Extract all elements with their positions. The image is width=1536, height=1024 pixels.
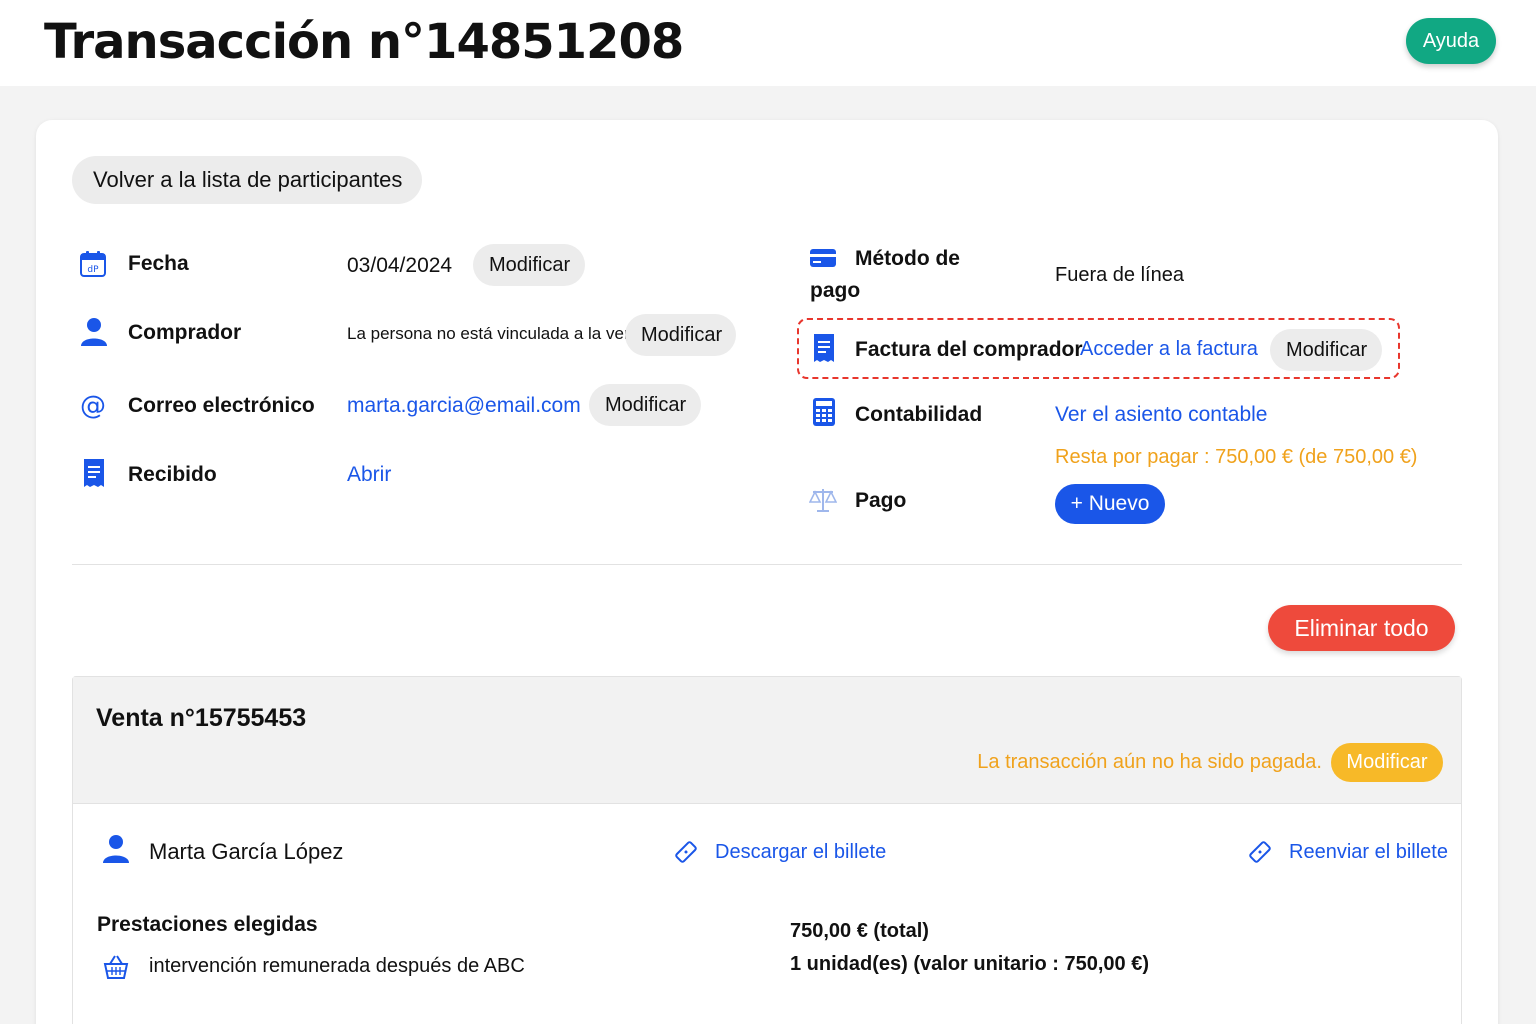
delete-all-button[interactable]: Eliminar todo xyxy=(1268,605,1455,651)
buyer-value: La persona no está vinculada a la venta xyxy=(347,324,648,343)
date-label: Fecha xyxy=(128,252,189,275)
email-value-link[interactable]: marta.garcia@email.com xyxy=(347,394,581,418)
help-button[interactable]: Ayuda xyxy=(1406,18,1496,64)
receipt-icon xyxy=(80,459,108,487)
payment-label: Pago xyxy=(855,489,907,512)
credit-card-icon xyxy=(809,244,837,272)
view-accounting-entry-link[interactable]: Ver el asiento contable xyxy=(1055,403,1267,427)
payment-method-label: Método de xyxy=(855,247,960,270)
modify-sale-status-button[interactable]: Modificar xyxy=(1331,743,1443,782)
sale-title: Venta n°15755453 xyxy=(96,704,307,732)
sale-total: 750,00 € (total) xyxy=(790,920,929,942)
invoice-icon xyxy=(810,334,838,362)
ticket-icon xyxy=(672,838,700,866)
sale-payment-status: La transacción aún no ha sido pagada. xyxy=(977,751,1322,773)
resend-ticket-icon xyxy=(1246,838,1274,866)
back-to-participants-button[interactable]: Volver a la lista de participantes xyxy=(72,156,422,204)
section-divider xyxy=(72,564,1462,565)
svg-text:dP: dP xyxy=(87,265,99,275)
scale-icon xyxy=(809,486,837,514)
accounting-label: Contabilidad xyxy=(855,403,983,426)
page-title: Transacción n°14851208 xyxy=(44,14,684,70)
svg-text:@: @ xyxy=(80,391,106,419)
user-icon xyxy=(80,318,108,346)
modify-date-button[interactable]: Modificar xyxy=(473,244,585,286)
calculator-icon xyxy=(810,398,838,426)
date-value: 03/04/2024 xyxy=(347,254,453,277)
modify-buyer-button[interactable]: Modificar xyxy=(625,314,736,356)
participant-user-icon xyxy=(102,835,130,863)
resend-ticket-link[interactable]: Reenviar el billete xyxy=(1289,841,1448,864)
basket-icon xyxy=(102,953,130,981)
at-icon: @ xyxy=(79,391,107,419)
access-invoice-link[interactable]: Acceder a la factura xyxy=(1080,338,1258,361)
modify-invoice-button[interactable]: Modificar xyxy=(1270,329,1382,371)
remaining-amount: Resta por pagar : 750,00 € (de 750,00 €) xyxy=(1055,446,1418,468)
participant-name: Marta García López xyxy=(149,839,344,864)
invoice-label: Factura del comprador xyxy=(855,338,1083,361)
email-label: Correo electrónico xyxy=(128,394,315,417)
download-ticket-link[interactable]: Descargar el billete xyxy=(715,841,886,864)
buyer-label: Comprador xyxy=(128,321,242,344)
calendar-icon: dP xyxy=(79,250,107,278)
services-title: Prestaciones elegidas xyxy=(97,913,318,936)
open-receipt-link[interactable]: Abrir xyxy=(347,463,391,487)
payment-method-value: Fuera de línea xyxy=(1055,264,1184,286)
receipt-label: Recibido xyxy=(128,463,217,486)
payment-method-label-line2: pago xyxy=(810,279,861,302)
new-payment-button[interactable]: + Nuevo xyxy=(1055,484,1165,524)
modify-email-button[interactable]: Modificar xyxy=(589,384,701,426)
service-item: intervención remunerada después de ABC xyxy=(149,955,525,977)
sale-header xyxy=(73,677,1461,804)
sale-units: 1 unidad(es) (valor unitario : 750,00 €) xyxy=(790,953,1149,975)
